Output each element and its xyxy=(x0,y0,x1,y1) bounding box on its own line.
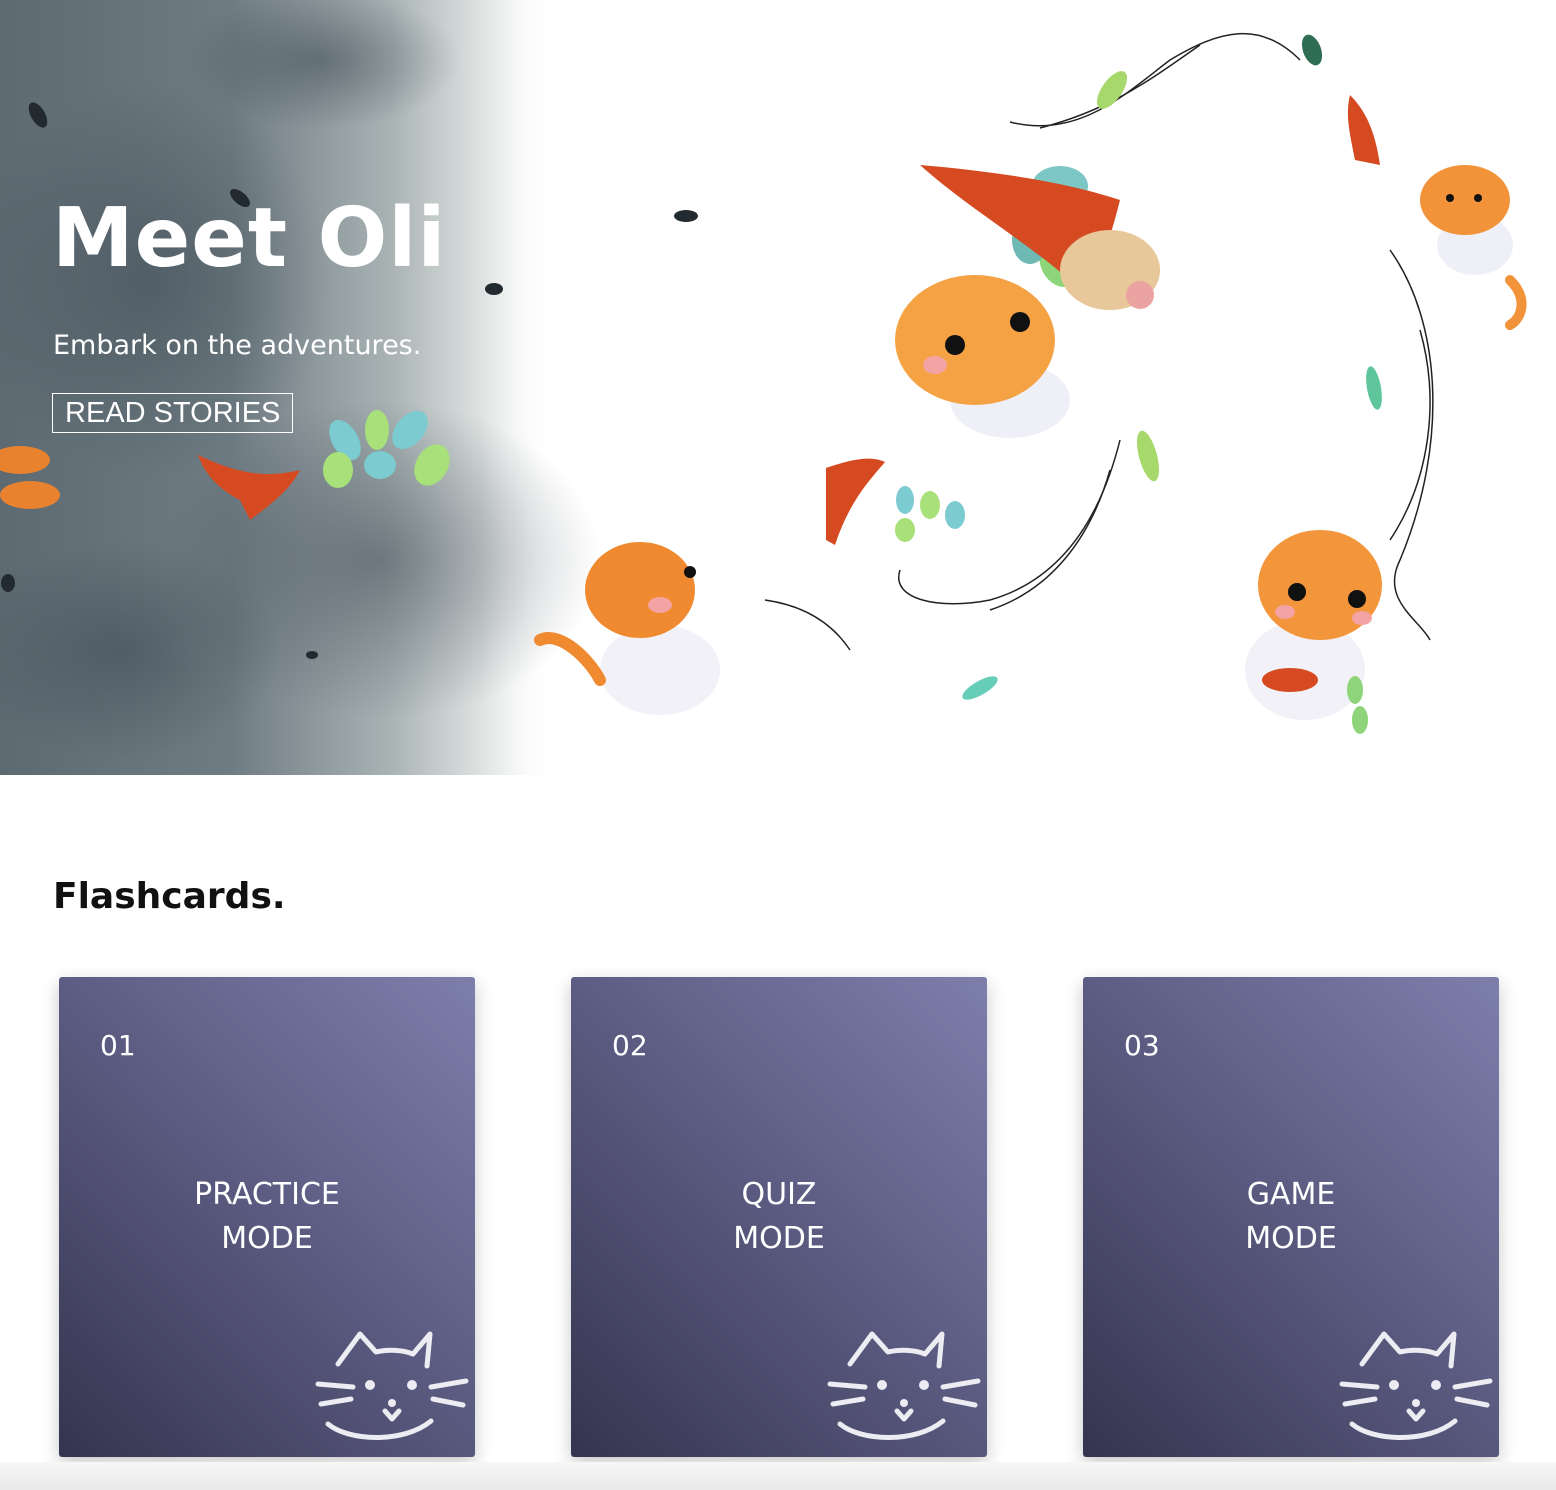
cat-icon xyxy=(315,1331,469,1440)
card-number: 02 xyxy=(612,1029,648,1062)
card-number: 01 xyxy=(100,1029,136,1062)
hero-title: Meet Oli xyxy=(52,191,447,286)
card-number: 03 xyxy=(1124,1029,1160,1062)
cat-icon xyxy=(827,1331,981,1440)
hero-subtitle: Embark on the adventures. xyxy=(53,330,422,361)
hero-illustration xyxy=(0,0,1527,775)
hero-banner: Meet Oli Embark on the adventures. READ … xyxy=(0,0,1556,775)
cat-icon xyxy=(1339,1331,1493,1440)
card-title: PRACTICE MODE xyxy=(59,1173,475,1261)
quiz-mode-card[interactable]: 02 QUIZ MODE xyxy=(571,977,987,1457)
page-footer-edge xyxy=(0,1462,1556,1490)
card-title-line-1: GAME xyxy=(1246,1177,1336,1212)
card-title: QUIZ MODE xyxy=(571,1173,987,1261)
read-stories-button[interactable]: READ STORIES xyxy=(52,393,294,433)
card-title-line-1: PRACTICE xyxy=(194,1177,340,1212)
game-mode-card[interactable]: 03 GAME MODE xyxy=(1083,977,1499,1457)
practice-mode-card[interactable]: 01 PRACTICE MODE xyxy=(59,977,475,1457)
card-title: GAME MODE xyxy=(1083,1173,1499,1261)
card-title-line-2: MODE xyxy=(1245,1221,1337,1256)
card-title-line-2: MODE xyxy=(221,1221,313,1256)
flashcards-heading: Flashcards. xyxy=(53,876,286,917)
card-title-line-2: MODE xyxy=(733,1221,825,1256)
card-title-line-1: QUIZ xyxy=(741,1177,817,1212)
